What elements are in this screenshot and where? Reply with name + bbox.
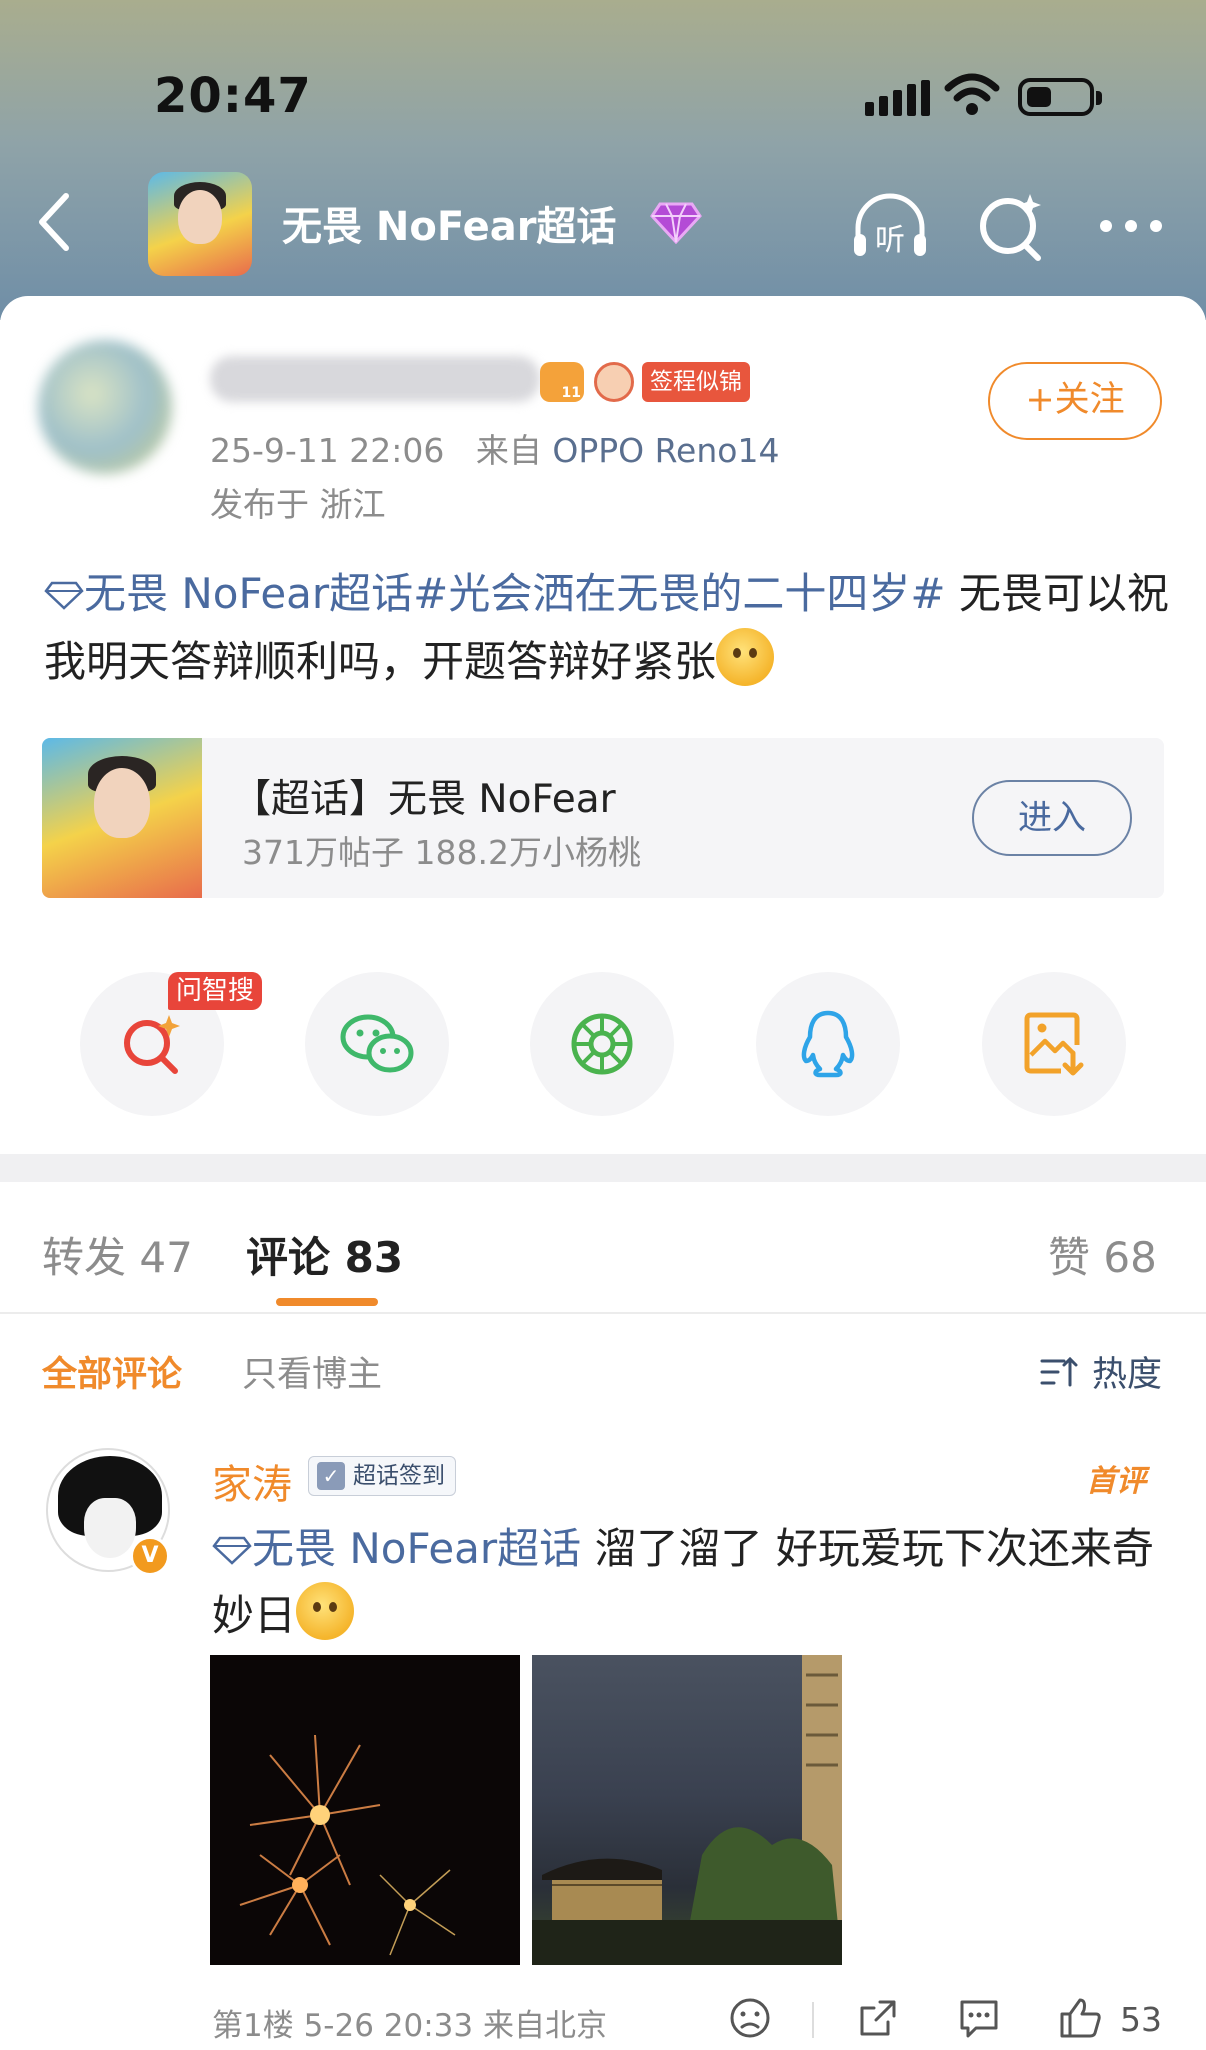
sort-icon xyxy=(1040,1356,1078,1386)
checkin-tag: ✓ 超话签到 xyxy=(308,1456,456,1496)
wechat-button[interactable] xyxy=(305,972,449,1116)
save-image-icon xyxy=(1024,1012,1084,1076)
wechat-icon xyxy=(340,1014,414,1073)
status-bar: 20:47 xyxy=(0,0,1206,150)
nav-bar: 无畏 NoFear超话 听 xyxy=(0,170,1206,280)
qq-icon xyxy=(801,1010,855,1078)
post-source-prefix: 来自 xyxy=(475,431,542,470)
first-comment-badge: 首评 xyxy=(1086,1464,1146,1499)
author-name-blurred[interactable] xyxy=(210,356,540,402)
fan-badge-icon xyxy=(594,362,634,402)
topic-diamond-icon xyxy=(212,1536,252,1565)
nav-title[interactable]: 无畏 NoFear超话 xyxy=(282,194,616,252)
ask-search-badge: 问智搜 xyxy=(168,972,263,1010)
back-icon[interactable] xyxy=(34,190,74,254)
like-icon[interactable] xyxy=(1058,1996,1104,2040)
commenter-name[interactable]: 家涛 xyxy=(212,1452,292,1510)
checkin-tag-label: 超话签到 xyxy=(353,1462,445,1489)
wifi-icon xyxy=(944,73,1000,115)
post-device[interactable]: OPPO Reno14 xyxy=(552,431,779,470)
comment-topic-link[interactable]: 无畏 NoFear超话 xyxy=(252,1524,581,1573)
sort-by-heat[interactable]: 热度 xyxy=(1040,1346,1162,1397)
topic-card-title: 【超话】无畏 NoFear xyxy=(232,777,616,822)
nervous-emoji-icon xyxy=(716,628,775,686)
battery-icon xyxy=(1018,78,1102,116)
comment-image-night-building[interactable] xyxy=(532,1655,842,1965)
interaction-tabs: 转发 47 评论 83 赞 68 xyxy=(0,1182,1206,1314)
footer-divider xyxy=(812,2002,814,2038)
topic-card-stats: 371万帖子 188.2万小杨桃 xyxy=(242,833,641,872)
verified-v-icon: V xyxy=(130,1536,170,1576)
ai-search-icon[interactable] xyxy=(976,184,1046,268)
moments-icon xyxy=(571,1013,633,1075)
follow-button[interactable]: +关注 xyxy=(988,362,1162,440)
comment-like-count: 53 xyxy=(1120,2000,1162,2039)
comment-footer: 第1楼 5-26 20:33 来自北京 xyxy=(212,2008,607,2044)
cellular-signal-icon xyxy=(865,80,930,116)
fan-tag: 签程似锦 xyxy=(642,362,750,402)
author-avatar[interactable] xyxy=(38,340,172,474)
sort-label: 热度 xyxy=(1092,1355,1163,1395)
tab-repost[interactable]: 转发 47 xyxy=(42,1224,193,1285)
comment-body: 无畏 NoFear超话 溜了溜了 好玩爱玩下次还来奇妙日 xyxy=(212,1516,1172,1649)
check-icon: ✓ xyxy=(317,1462,345,1490)
comment-icon[interactable] xyxy=(956,1996,1002,2040)
moments-button[interactable] xyxy=(530,972,674,1116)
post-topic-link[interactable]: 无畏 NoFear超话 xyxy=(84,569,413,618)
enter-topic-button[interactable]: 进入 xyxy=(972,780,1132,856)
tab-likes[interactable]: 赞 68 xyxy=(1048,1224,1157,1285)
comment-filter-row: 全部评论 只看博主 热度 xyxy=(0,1340,1206,1400)
post-date: 25-9-11 22:06 xyxy=(210,431,445,470)
status-time: 20:47 xyxy=(154,68,312,124)
topic-card-thumbnail xyxy=(42,738,202,898)
night-building-picture xyxy=(532,1655,842,1965)
post-body: 无畏 NoFear超话#光会洒在无畏的二十四岁# 无畏可以祝我明天答辩顺利吗，开… xyxy=(44,560,1174,696)
post-hashtag[interactable]: #光会洒在无畏的二十四岁# xyxy=(413,569,945,618)
filter-host-only[interactable]: 只看博主 xyxy=(242,1346,382,1397)
more-icon[interactable] xyxy=(1096,184,1166,268)
sad-face-icon[interactable] xyxy=(728,1996,772,2040)
listen-icon[interactable]: 听 xyxy=(848,184,932,268)
section-divider xyxy=(0,1154,1206,1182)
comment-image-fireworks[interactable] xyxy=(210,1655,520,1965)
post-location: 发布于 浙江 xyxy=(210,485,386,524)
level-badge-icon xyxy=(540,362,584,402)
topic-thumbnail[interactable] xyxy=(148,172,252,276)
gem-icon xyxy=(650,202,702,244)
fireworks-picture xyxy=(239,1734,456,1956)
share-icon[interactable] xyxy=(856,1996,900,2040)
qq-button[interactable] xyxy=(756,972,900,1116)
post-meta: 25-9-11 22:06 来自 OPPO Reno14 xyxy=(210,424,779,472)
save-image-button[interactable] xyxy=(982,972,1126,1116)
svg-text:听: 听 xyxy=(875,223,905,258)
topic-card[interactable]: 【超话】无畏 NoFear 371万帖子 188.2万小杨桃 进入 xyxy=(42,738,1164,898)
tab-comments[interactable]: 评论 83 xyxy=(246,1224,403,1285)
filter-all-comments[interactable]: 全部评论 xyxy=(42,1346,182,1397)
ask-search-icon xyxy=(124,1015,180,1074)
active-tab-indicator xyxy=(276,1298,378,1306)
yummy-emoji-icon xyxy=(296,1582,355,1640)
topic-diamond-icon xyxy=(44,581,84,610)
